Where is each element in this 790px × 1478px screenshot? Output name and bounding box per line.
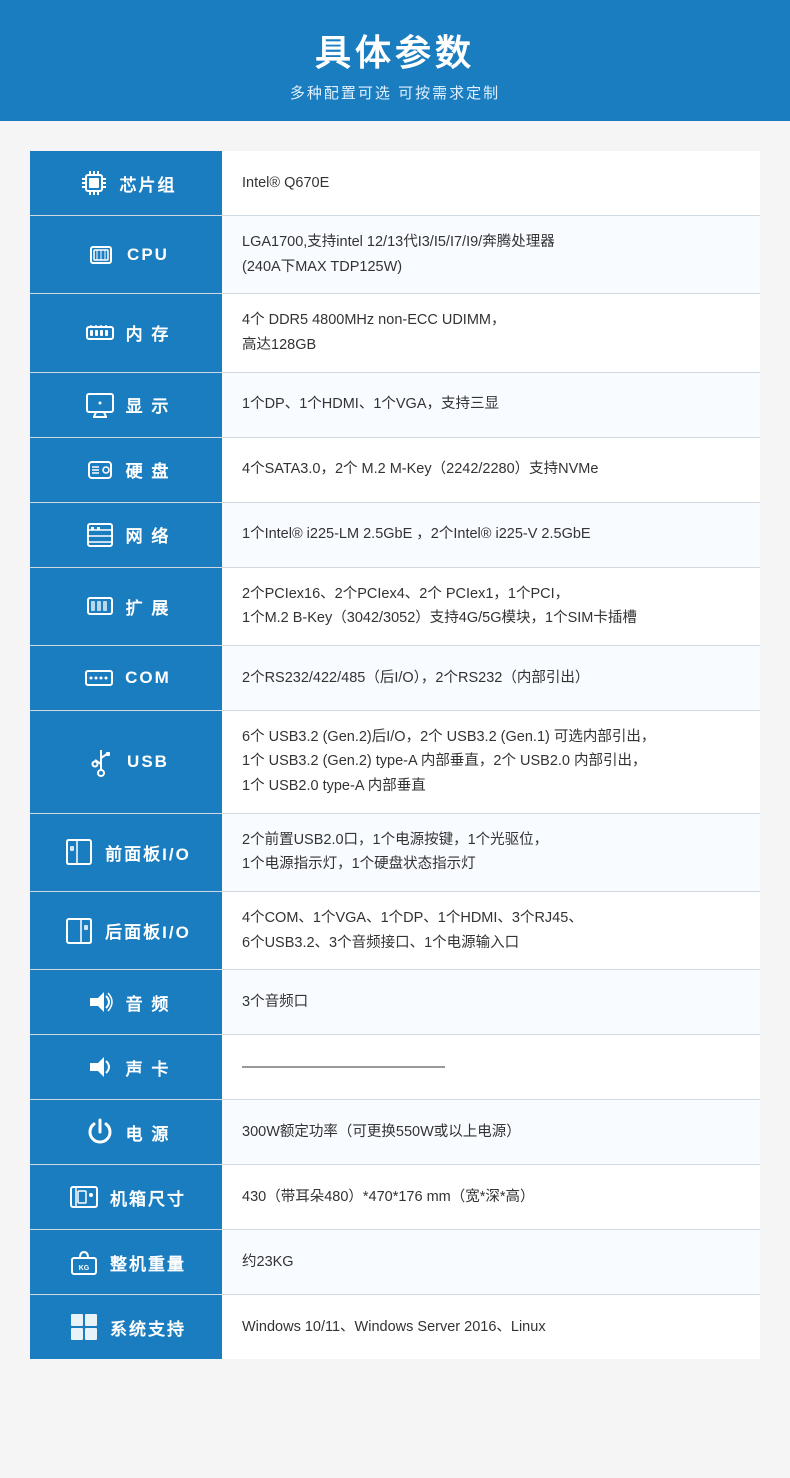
main-content: 芯片组 Intel® Q670E CPU LGA1700,支持intel 12/…: [0, 121, 790, 1399]
audio-icon: [82, 984, 118, 1020]
value-cell-chipset: Intel® Q670E: [222, 151, 760, 216]
label-cell-storage: 硬 盘: [30, 437, 222, 502]
table-row: 前面板I/O 2个前置USB2.0口，1个电源按键，1个光驱位，1个电源指示灯，…: [30, 813, 760, 891]
table-row: 扩 展 2个PCIex16、2个PCIex4、2个 PCIex1，1个PCI，1…: [30, 567, 760, 645]
label-text-power: 电 源: [126, 1120, 171, 1145]
label-cell-expansion: 扩 展: [30, 567, 222, 645]
value-cell-sound-card: ——————————————: [222, 1035, 760, 1100]
value-cell-memory: 4个 DDR5 4800MHz non-ECC UDIMM，高达128GB: [222, 294, 760, 372]
rear-io-icon: [61, 913, 97, 949]
label-text-audio: 音 频: [126, 990, 171, 1015]
label-cell-chipset: 芯片组: [30, 151, 222, 216]
label-text-front-io: 前面板I/O: [105, 840, 191, 865]
label-cell-os: 系统支持: [30, 1295, 222, 1360]
table-row: 后面板I/O 4个COM、1个VGA、1个DP、1个HDMI、3个RJ45、6个…: [30, 892, 760, 970]
memory-icon: [82, 315, 118, 351]
power-icon: [82, 1114, 118, 1150]
label-text-weight: 整机重量: [110, 1250, 186, 1275]
table-row: 系统支持 Windows 10/11、Windows Server 2016、L…: [30, 1295, 760, 1360]
table-row: 显 示 1个DP、1个HDMI、1个VGA，支持三显: [30, 372, 760, 437]
table-row: 硬 盘 4个SATA3.0，2个 M.2 M-Key（2242/2280）支持N…: [30, 437, 760, 502]
page-subtitle: 多种配置可选 可按需求定制: [0, 82, 790, 103]
value-cell-cpu: LGA1700,支持intel 12/13代I3/I5/I7/I9/奔腾处理器(…: [222, 216, 760, 294]
table-row: CPU LGA1700,支持intel 12/13代I3/I5/I7/I9/奔腾…: [30, 216, 760, 294]
label-cell-network: 网 络: [30, 502, 222, 567]
label-text-rear-io: 后面板I/O: [105, 918, 191, 943]
label-cell-rear-io: 后面板I/O: [30, 892, 222, 970]
header: 具体参数 多种配置可选 可按需求定制: [0, 0, 790, 121]
label-text-display: 显 示: [126, 392, 171, 417]
label-text-chipset: 芯片组: [120, 171, 177, 196]
label-cell-sound-card: 声 卡: [30, 1035, 222, 1100]
svg-text:KG: KG: [79, 1265, 90, 1272]
page-title: 具体参数: [0, 24, 790, 76]
label-text-chassis: 机箱尺寸: [110, 1185, 186, 1210]
value-cell-power: 300W额定功率（可更换550W或以上电源）: [222, 1100, 760, 1165]
label-cell-audio: 音 频: [30, 970, 222, 1035]
value-cell-com: 2个RS232/422/485（后I/O），2个RS232（内部引出）: [222, 645, 760, 710]
table-row: 声 卡 ——————————————: [30, 1035, 760, 1100]
value-cell-os: Windows 10/11、Windows Server 2016、Linux: [222, 1295, 760, 1360]
label-cell-weight: KG 整机重量: [30, 1230, 222, 1295]
label-text-sound-card: 声 卡: [126, 1055, 171, 1080]
label-text-cpu: CPU: [127, 245, 169, 265]
value-cell-front-io: 2个前置USB2.0口，1个电源按键，1个光驱位，1个电源指示灯，1个硬盘状态指…: [222, 813, 760, 891]
label-cell-com: COM: [30, 645, 222, 710]
value-cell-network: 1个Intel® i225-LM 2.5GbE ，2个Intel® i225-V…: [222, 502, 760, 567]
label-cell-chassis: 机箱尺寸: [30, 1165, 222, 1230]
table-row: COM 2个RS232/422/485（后I/O），2个RS232（内部引出）: [30, 645, 760, 710]
value-cell-audio: 3个音频口: [222, 970, 760, 1035]
table-row: 网 络 1个Intel® i225-LM 2.5GbE ，2个Intel® i2…: [30, 502, 760, 567]
label-cell-display: 显 示: [30, 372, 222, 437]
usb-icon: [83, 744, 119, 780]
chassis-icon: [66, 1179, 102, 1215]
table-row: 电 源 300W额定功率（可更换550W或以上电源）: [30, 1100, 760, 1165]
expansion-icon: [82, 588, 118, 624]
label-cell-front-io: 前面板I/O: [30, 813, 222, 891]
label-text-com: COM: [125, 668, 171, 688]
label-cell-power: 电 源: [30, 1100, 222, 1165]
value-cell-weight: 约23KG: [222, 1230, 760, 1295]
value-cell-rear-io: 4个COM、1个VGA、1个DP、1个HDMI、3个RJ45、6个USB3.2、…: [222, 892, 760, 970]
os-icon: [66, 1309, 102, 1345]
label-text-storage: 硬 盘: [126, 457, 171, 482]
value-cell-usb: 6个 USB3.2 (Gen.2)后I/O，2个 USB3.2 (Gen.1) …: [222, 710, 760, 813]
value-cell-storage: 4个SATA3.0，2个 M.2 M-Key（2242/2280）支持NVMe: [222, 437, 760, 502]
label-text-memory: 内 存: [126, 320, 171, 345]
display-icon: [82, 387, 118, 423]
table-row: 内 存 4个 DDR5 4800MHz non-ECC UDIMM，高达128G…: [30, 294, 760, 372]
table-row: 机箱尺寸 430（带耳朵480）*470*176 mm（宽*深*高）: [30, 1165, 760, 1230]
table-row: 芯片组 Intel® Q670E: [30, 151, 760, 216]
label-cell-cpu: CPU: [30, 216, 222, 294]
com-icon: [81, 660, 117, 696]
value-cell-chassis: 430（带耳朵480）*470*176 mm（宽*深*高）: [222, 1165, 760, 1230]
value-cell-display: 1个DP、1个HDMI、1个VGA，支持三显: [222, 372, 760, 437]
label-text-os: 系统支持: [110, 1315, 186, 1340]
chipset-icon: [76, 165, 112, 201]
network-icon: [82, 517, 118, 553]
table-row: USB 6个 USB3.2 (Gen.2)后I/O，2个 USB3.2 (Gen…: [30, 710, 760, 813]
label-cell-usb: USB: [30, 710, 222, 813]
label-text-network: 网 络: [126, 522, 171, 547]
weight-icon: KG: [66, 1244, 102, 1280]
table-row: 音 频 3个音频口: [30, 970, 760, 1035]
front-io-icon: [61, 834, 97, 870]
label-cell-memory: 内 存: [30, 294, 222, 372]
spec-table: 芯片组 Intel® Q670E CPU LGA1700,支持intel 12/…: [30, 151, 760, 1359]
storage-icon: [82, 452, 118, 488]
sound-card-icon: [82, 1049, 118, 1085]
cpu-icon: [83, 237, 119, 273]
label-text-usb: USB: [127, 752, 169, 772]
value-cell-expansion: 2个PCIex16、2个PCIex4、2个 PCIex1，1个PCI，1个M.2…: [222, 567, 760, 645]
table-row: KG 整机重量 约23KG: [30, 1230, 760, 1295]
label-text-expansion: 扩 展: [126, 594, 171, 619]
